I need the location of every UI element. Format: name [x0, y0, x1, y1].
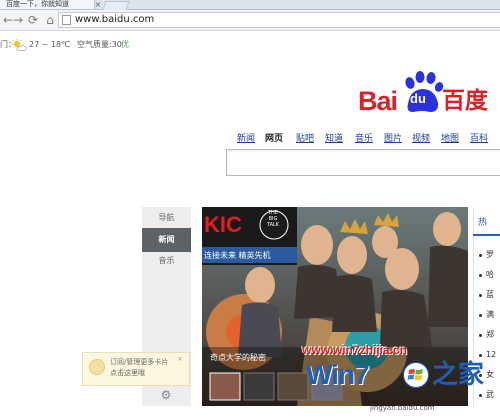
rail-item-music[interactable]: 音乐 — [142, 249, 191, 273]
windows-logo-icon — [403, 362, 429, 388]
nav-music[interactable]: 音乐 — [355, 133, 373, 145]
hero-banner-text: 连接未来 精英先机 — [204, 251, 271, 260]
bullet — [479, 394, 482, 397]
nav-web[interactable]: 网页 — [265, 133, 283, 145]
partly-cloudy-icon — [11, 38, 27, 51]
news-item[interactable]: 蓝 — [486, 290, 494, 300]
hero-kic-logo: KIC — [204, 212, 242, 237]
news-item[interactable]: 郑 — [486, 330, 494, 340]
badge-line-3: TALK — [266, 222, 280, 228]
news-item[interactable]: 12 — [486, 350, 496, 360]
page-icon — [62, 15, 71, 25]
logo-chinese-text: 百度 — [442, 88, 488, 114]
nav-zhidao[interactable]: 知道 — [325, 133, 343, 145]
reload-icon[interactable]: ⟳ — [25, 10, 41, 30]
gear-icon[interactable]: ⚙ — [159, 388, 173, 402]
watermark-brand: Win7 — [306, 359, 370, 390]
news-item[interactable]: 哈 — [486, 270, 494, 280]
forward-button[interactable]: → — [10, 10, 26, 30]
watermark-url: www.win7zhijia.cn — [302, 343, 407, 357]
tab-hot-news[interactable]: 热 — [478, 215, 487, 228]
news-item[interactable]: 武 — [486, 390, 494, 400]
close-tab-icon[interactable]: × — [94, 0, 102, 9]
nav-news[interactable]: 新闻 — [237, 133, 255, 145]
lightbulb-icon — [89, 359, 105, 375]
news-item[interactable]: 罗 — [486, 250, 494, 260]
bullet — [479, 294, 482, 297]
bullet — [479, 314, 482, 317]
logo-du-text: du — [410, 91, 426, 106]
watermark-home: 之家 — [432, 360, 485, 390]
news-item[interactable]: 女 — [486, 370, 494, 380]
air-quality-label: 空气质量:30 — [77, 40, 122, 49]
nav-baike[interactable]: 百科 — [470, 133, 488, 145]
new-tab-button[interactable] — [102, 1, 130, 10]
air-quality-level: 优 — [121, 40, 129, 49]
home-icon[interactable]: ⌂ — [42, 10, 58, 30]
nav-images[interactable]: 图片 — [384, 133, 402, 145]
bullet — [479, 254, 482, 257]
close-icon[interactable]: × — [177, 355, 183, 363]
subscribe-tip-line2[interactable]: 点击这里哦 — [110, 368, 145, 378]
nav-video[interactable]: 视频 — [412, 133, 430, 145]
tab-underline — [473, 234, 500, 236]
search-input[interactable] — [226, 149, 500, 176]
nav-tieba[interactable]: 贴吧 — [296, 133, 314, 145]
logo-bai-text: Bai — [358, 86, 398, 116]
news-item[interactable]: 满 — [486, 310, 494, 320]
hero-big-talk-badge: THE BIG TALK — [264, 210, 282, 228]
browser-tab[interactable]: 百度一下，你就知道 — [0, 0, 95, 9]
address-bar[interactable]: www.baidu.com — [58, 12, 500, 28]
bullet — [479, 354, 482, 357]
rail-item-nav[interactable]: 导航 — [142, 206, 191, 230]
bullet — [479, 334, 482, 337]
subscribe-tip-line1: 订阅/管理更多卡片 — [110, 358, 169, 366]
watermark-subtitle: jingyan.baidu.com — [370, 404, 435, 412]
weather-temperature: 27 ~ 18℃ — [29, 40, 71, 49]
hero-caption[interactable]: 奇点大学的秘密 — [210, 352, 266, 364]
bullet — [479, 274, 482, 277]
nav-map[interactable]: 地图 — [441, 133, 459, 145]
